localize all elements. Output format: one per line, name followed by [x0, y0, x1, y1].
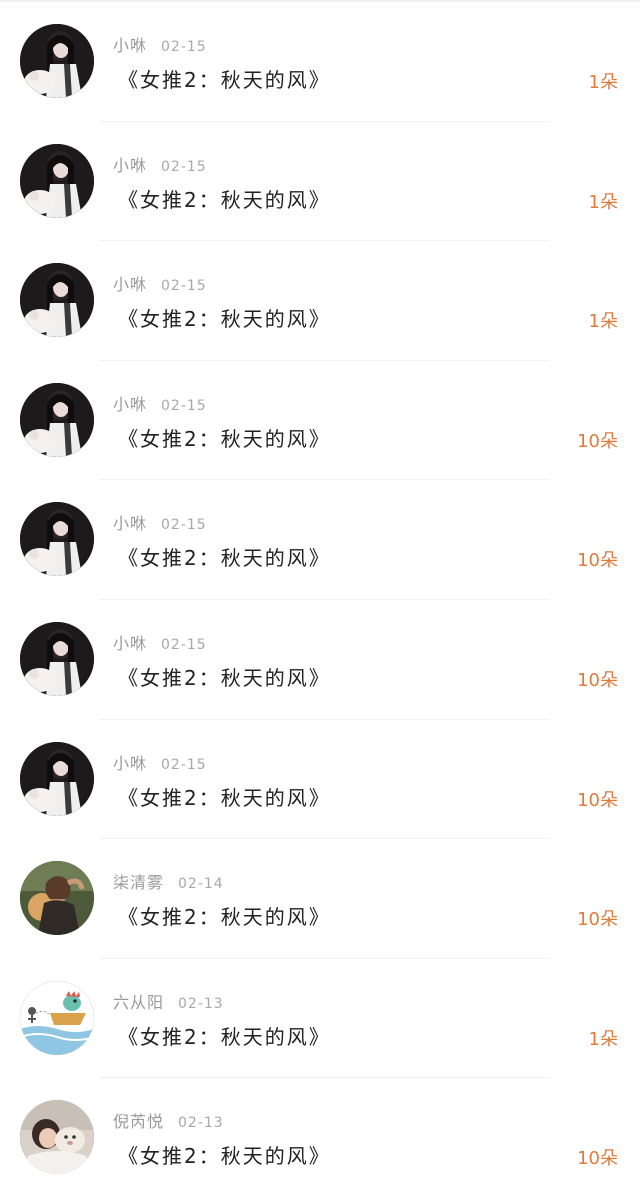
book-title[interactable]: 《女推2：秋天的风》 [118, 542, 331, 571]
gift-meta: 小咻 02-15 [113, 391, 207, 415]
avatar[interactable] [20, 980, 94, 1055]
gift-amount: 10朵 [577, 669, 618, 691]
gift-meta: 柒清雾 02-14 [113, 869, 224, 893]
gift-row[interactable]: 倪芮悦 02-13 《女推2：秋天的风》 10朵 [0, 1078, 640, 1198]
gift-row[interactable]: 小咻 02-15 《女推2：秋天的风》 1朵 [0, 122, 640, 242]
gift-meta: 小咻 02-15 [113, 510, 207, 534]
gift-amount: 1朵 [588, 1028, 618, 1050]
book-title[interactable]: 《女推2：秋天的风》 [118, 1021, 331, 1050]
user-name[interactable]: 小咻 [113, 36, 147, 55]
user-name[interactable]: 倪芮悦 [113, 1112, 164, 1131]
gift-amount: 1朵 [588, 311, 618, 333]
user-name[interactable]: 六从阳 [113, 993, 164, 1012]
gift-amount: 1朵 [588, 191, 618, 213]
gift-row[interactable]: 小咻 02-15 《女推2：秋天的风》 10朵 [0, 361, 640, 481]
user-name[interactable]: 小咻 [113, 514, 147, 533]
gift-meta: 倪芮悦 02-13 [113, 1108, 224, 1132]
user-name[interactable]: 小咻 [113, 156, 147, 175]
avatar[interactable] [20, 143, 94, 218]
book-title[interactable]: 《女推2：秋天的风》 [118, 184, 331, 213]
gift-date: 02-15 [161, 636, 207, 653]
avatar[interactable] [20, 741, 94, 816]
avatar[interactable] [20, 24, 94, 98]
avatar[interactable] [20, 1100, 94, 1175]
book-title[interactable]: 《女推2：秋天的风》 [118, 423, 331, 452]
gift-amount: 10朵 [577, 909, 618, 931]
gift-meta: 小咻 02-15 [113, 750, 207, 774]
book-title[interactable]: 《女推2：秋天的风》 [118, 1140, 331, 1169]
book-title[interactable]: 《女推2：秋天的风》 [118, 64, 331, 93]
book-title[interactable]: 《女推2：秋天的风》 [118, 662, 331, 691]
avatar[interactable] [20, 502, 94, 577]
gift-amount: 10朵 [577, 1148, 618, 1170]
gift-row[interactable]: 柒清雾 02-14 《女推2：秋天的风》 10朵 [0, 839, 640, 959]
user-name[interactable]: 小咻 [113, 275, 147, 294]
avatar[interactable] [20, 382, 94, 457]
gift-date: 02-15 [161, 397, 207, 414]
gift-amount: 10朵 [577, 789, 618, 811]
avatar[interactable] [20, 621, 94, 696]
user-name[interactable]: 小咻 [113, 395, 147, 414]
gift-date: 02-13 [178, 995, 224, 1012]
gift-amount: 10朵 [577, 550, 618, 572]
gift-meta: 小咻 02-15 [113, 152, 207, 176]
gift-meta: 小咻 02-15 [113, 32, 207, 56]
gift-row[interactable]: 六从阳 02-13 《女推2：秋天的风》 1朵 [0, 959, 640, 1079]
gift-meta: 小咻 02-15 [113, 630, 207, 654]
gift-date: 02-15 [161, 158, 207, 175]
gift-date: 02-13 [178, 1115, 224, 1132]
gift-meta: 小咻 02-15 [113, 271, 207, 295]
gift-row[interactable]: 小咻 02-15 《女推2：秋天的风》 1朵 [0, 2, 640, 122]
gift-amount: 10朵 [577, 430, 618, 452]
gift-row[interactable]: 小咻 02-15 《女推2：秋天的风》 1朵 [0, 241, 640, 361]
gift-date: 02-15 [161, 517, 207, 534]
gift-date: 02-14 [178, 876, 224, 893]
book-title[interactable]: 《女推2：秋天的风》 [118, 303, 331, 332]
gift-date: 02-15 [161, 756, 207, 773]
gift-date: 02-15 [161, 278, 207, 295]
gift-row[interactable]: 小咻 02-15 《女推2：秋天的风》 10朵 [0, 600, 640, 720]
gift-meta: 六从阳 02-13 [113, 989, 224, 1013]
avatar[interactable] [20, 263, 94, 338]
user-name[interactable]: 柒清雾 [113, 873, 164, 892]
user-name[interactable]: 小咻 [113, 634, 147, 653]
user-name[interactable]: 小咻 [113, 754, 147, 773]
gift-row[interactable]: 小咻 02-15 《女推2：秋天的风》 10朵 [0, 720, 640, 840]
gift-date: 02-15 [161, 39, 207, 55]
book-title[interactable]: 《女推2：秋天的风》 [118, 782, 331, 811]
gift-amount: 1朵 [588, 72, 618, 93]
gift-row[interactable]: 小咻 02-15 《女推2：秋天的风》 10朵 [0, 480, 640, 600]
avatar[interactable] [20, 861, 94, 936]
book-title[interactable]: 《女推2：秋天的风》 [118, 901, 331, 930]
gift-list: 小咻 02-15 《女推2：秋天的风》 1朵 小咻 02-15 《女推2：秋天的风》… [0, 2, 640, 1198]
